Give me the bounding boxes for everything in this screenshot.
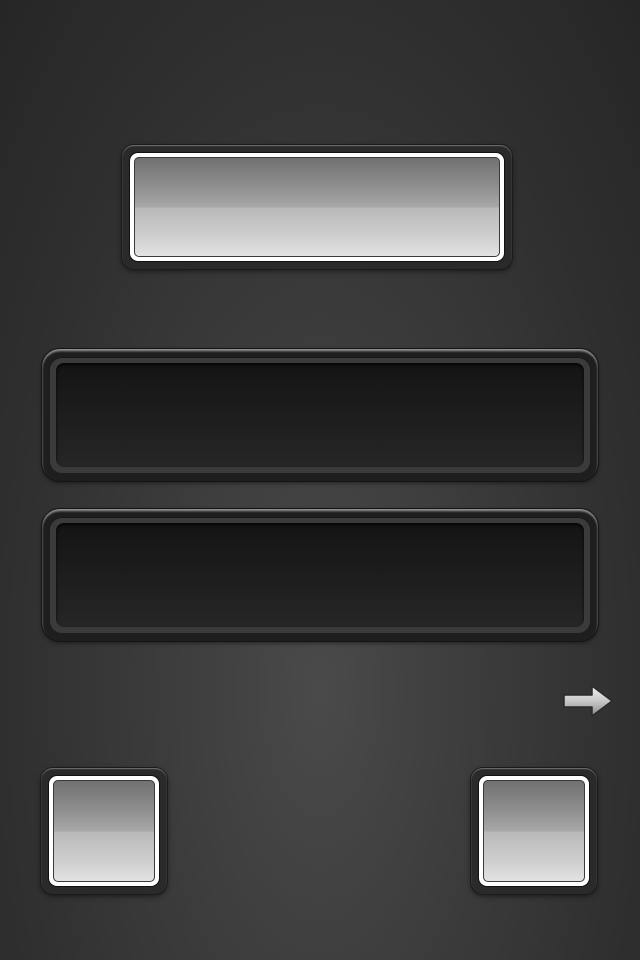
bottom-right-button-frame	[479, 776, 589, 886]
top-button-frame	[130, 153, 504, 261]
top-button-face	[134, 157, 500, 257]
text-field-2	[42, 509, 598, 641]
right-arrow-icon[interactable]	[562, 684, 614, 718]
text-input-1[interactable]	[56, 363, 584, 467]
text-field-1-well	[56, 363, 584, 467]
text-field-2-well	[56, 523, 584, 627]
bottom-right-button-face	[483, 780, 585, 882]
text-field-2-rim	[50, 517, 590, 633]
bottom-right-button[interactable]	[471, 768, 597, 894]
text-field-1-rim	[50, 357, 590, 473]
text-input-2[interactable]	[56, 523, 584, 627]
top-button[interactable]	[122, 145, 512, 269]
bottom-left-button[interactable]	[41, 768, 167, 894]
screen	[0, 0, 640, 960]
bottom-left-button-frame	[49, 776, 159, 886]
text-field-1	[42, 349, 598, 481]
bottom-left-button-face	[53, 780, 155, 882]
